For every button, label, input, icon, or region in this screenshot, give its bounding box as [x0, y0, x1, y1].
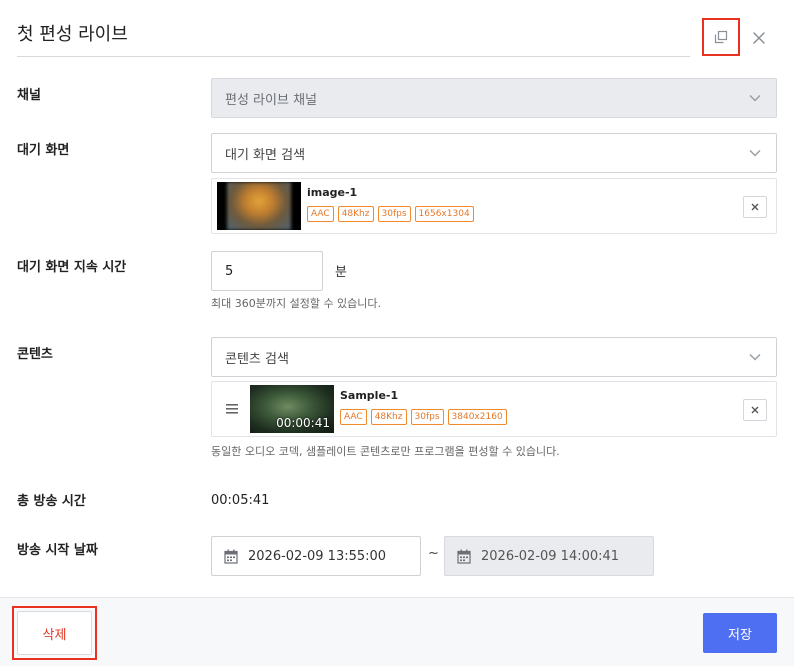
start-date-label: 방송 시작 날짜 [17, 543, 98, 558]
save-button[interactable]: 저장 [703, 613, 777, 653]
title-underline [17, 56, 690, 57]
standby-screen-placeholder: 대기 화면 검색 [225, 147, 306, 163]
copy-button[interactable] [704, 20, 738, 54]
standby-duration-unit: 분 [335, 265, 347, 280]
chevron-down-icon [749, 94, 761, 102]
contents-search[interactable]: 콘텐츠 검색 [211, 337, 777, 377]
contents-hint: 동일한 오디오 코덱, 샘플레이트 콘텐츠로만 프로그램을 편성할 수 있습니다… [211, 445, 560, 458]
contents-label: 콘텐츠 [17, 347, 53, 362]
total-time-label: 총 방송 시간 [17, 494, 86, 509]
standby-screen-item: image-1 AAC 48Khz 30fps 1656x1304 [211, 178, 777, 234]
standby-item-tags: AAC 48Khz 30fps 1656x1304 [307, 206, 474, 222]
contents-duration: 00:00:41 [276, 416, 330, 430]
close-icon [751, 203, 759, 211]
standby-screen-label: 대기 화면 [17, 143, 70, 158]
end-datetime-field: 2026-02-09 14:00:41 [444, 536, 654, 576]
delete-button[interactable]: 삭제 [17, 611, 92, 655]
tag-badge: 1656x1304 [414, 206, 474, 222]
dialog-footer [0, 597, 794, 666]
chevron-down-icon [749, 353, 761, 361]
contents-item: 00:00:41 Sample-1 AAC 48Khz 30fps 3840x2… [211, 381, 777, 437]
start-datetime-value: 2026-02-09 13:55:00 [248, 548, 387, 564]
tag-badge: 48Khz [370, 409, 407, 425]
standby-item-name: image-1 [307, 186, 358, 199]
channel-select: 편성 라이브 채널 [211, 78, 777, 118]
remove-contents-button[interactable] [743, 399, 767, 421]
standby-duration-hint: 최대 360분까지 설정할 수 있습니다. [211, 297, 382, 310]
page-title: 첫 편성 라이브 [17, 24, 128, 45]
tag-badge: 30fps [377, 206, 411, 222]
tag-badge: AAC [307, 206, 334, 222]
calendar-icon [224, 549, 238, 564]
channel-select-value: 편성 라이브 채널 [225, 92, 317, 108]
tag-badge: 3840x2160 [447, 409, 507, 425]
copy-icon [714, 30, 728, 44]
standby-screen-search[interactable]: 대기 화면 검색 [211, 133, 777, 173]
contents-placeholder: 콘텐츠 검색 [225, 351, 289, 367]
close-icon [751, 406, 759, 414]
tag-badge: 30fps [410, 409, 444, 425]
end-datetime-value: 2026-02-09 14:00:41 [481, 548, 620, 564]
standby-duration-input[interactable] [211, 251, 323, 291]
total-time-value: 00:05:41 [211, 493, 270, 508]
drag-handle-icon[interactable] [226, 404, 238, 414]
tag-badge: 48Khz [337, 206, 374, 222]
chevron-down-icon [749, 149, 761, 157]
contents-item-name: Sample-1 [340, 389, 399, 402]
contents-item-tags: AAC 48Khz 30fps 3840x2160 [340, 409, 507, 425]
date-range-separator: ~ [428, 546, 439, 561]
standby-thumbnail [217, 182, 301, 230]
contents-thumbnail: 00:00:41 [250, 385, 334, 433]
tag-badge: AAC [340, 409, 367, 425]
dialog-header: 첫 편성 라이브 [0, 0, 794, 60]
calendar-icon [457, 549, 471, 564]
close-icon [753, 32, 765, 44]
start-datetime-field[interactable]: 2026-02-09 13:55:00 [211, 536, 421, 576]
standby-duration-label: 대기 화면 지속 시간 [17, 260, 127, 275]
remove-standby-button[interactable] [743, 196, 767, 218]
channel-label: 채널 [17, 88, 41, 103]
close-button[interactable] [747, 26, 771, 50]
